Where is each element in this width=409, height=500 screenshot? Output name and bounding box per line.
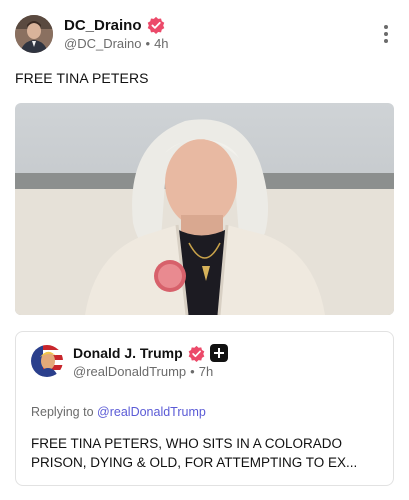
post-photo [15, 103, 394, 315]
plus-badge-icon [209, 344, 228, 362]
author-display-name[interactable]: DC_Draino [64, 17, 142, 34]
replying-prefix: Replying to [31, 405, 94, 419]
author-handle[interactable]: @DC_Draino [64, 36, 142, 51]
post-card: DC_Draino @DC_Draino • 4h FREE TINA PETERS [0, 0, 409, 500]
quoted-post[interactable]: Donald J. Trump @realDonaldTrump • 7h Repl… [15, 331, 394, 486]
replying-to-line: Replying to @realDonaldTrump [31, 405, 206, 419]
meta-separator: • [145, 36, 151, 51]
replying-to-link[interactable]: @realDonaldTrump [97, 405, 206, 419]
meta-separator: • [190, 364, 195, 379]
verified-badge-icon [147, 16, 164, 34]
avatar-photo [15, 15, 53, 53]
avatar-flag-portrait [31, 345, 63, 377]
author-avatar[interactable] [15, 15, 53, 53]
quoted-author-display-name[interactable]: Donald J. Trump [73, 345, 183, 361]
quoted-author-meta: @realDonaldTrump • 7h [73, 364, 213, 379]
verified-badge-icon [188, 345, 205, 362]
author-meta: @DC_Draino • 4h [64, 36, 169, 51]
post-time[interactable]: 4h [154, 36, 168, 51]
quoted-author-name-row: Donald J. Trump [73, 344, 228, 362]
more-options-button[interactable] [383, 25, 389, 43]
quoted-author-avatar[interactable] [31, 345, 63, 377]
quoted-post-time[interactable]: 7h [199, 364, 213, 379]
author-name-row: DC_Draino [64, 16, 165, 34]
more-vertical-icon [384, 25, 388, 29]
quoted-post-text: FREE TINA PETERS, WHO SITS IN A COLORADO… [31, 436, 358, 470]
quoted-author-handle[interactable]: @realDonaldTrump [73, 364, 186, 379]
post-text: FREE TINA PETERS [15, 70, 149, 86]
post-image[interactable] [15, 103, 394, 315]
